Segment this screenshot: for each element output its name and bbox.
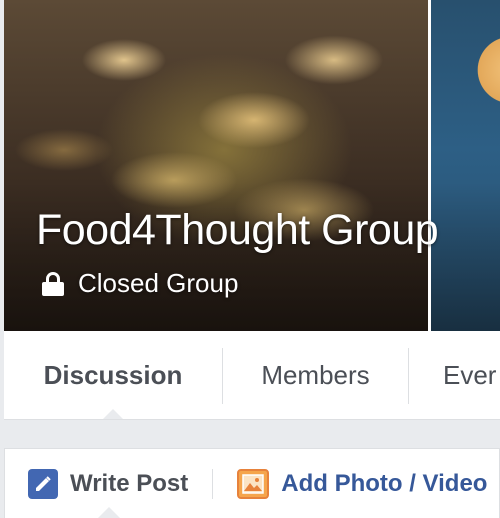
group-tabs: Discussion Members Ever xyxy=(4,331,500,419)
write-post-button[interactable]: Write Post xyxy=(5,449,212,518)
cover-photo-area[interactable]: Food4Thought Group Closed Group xyxy=(4,0,500,331)
photo-icon xyxy=(237,468,270,499)
group-privacy-label: Closed Group xyxy=(78,268,239,298)
tab-members[interactable]: Members xyxy=(223,331,408,419)
write-post-label: Write Post xyxy=(70,469,189,497)
cover-photo-pancake[interactable] xyxy=(431,0,500,331)
add-photo-video-button[interactable]: Add Photo / Video xyxy=(213,449,487,518)
pencil-icon xyxy=(28,468,58,499)
tab-events[interactable]: Ever xyxy=(409,331,500,419)
tab-discussion[interactable]: Discussion xyxy=(4,331,222,419)
lock-icon xyxy=(42,271,64,296)
group-privacy[interactable]: Closed Group xyxy=(42,268,238,299)
group-header-card: Food4Thought Group Closed Group Discussi… xyxy=(4,0,500,420)
group-name[interactable]: Food4Thought Group xyxy=(36,206,439,255)
add-photo-video-label: Add Photo / Video xyxy=(281,469,488,497)
post-composer: Write Post Add Photo / Video xyxy=(4,448,500,518)
